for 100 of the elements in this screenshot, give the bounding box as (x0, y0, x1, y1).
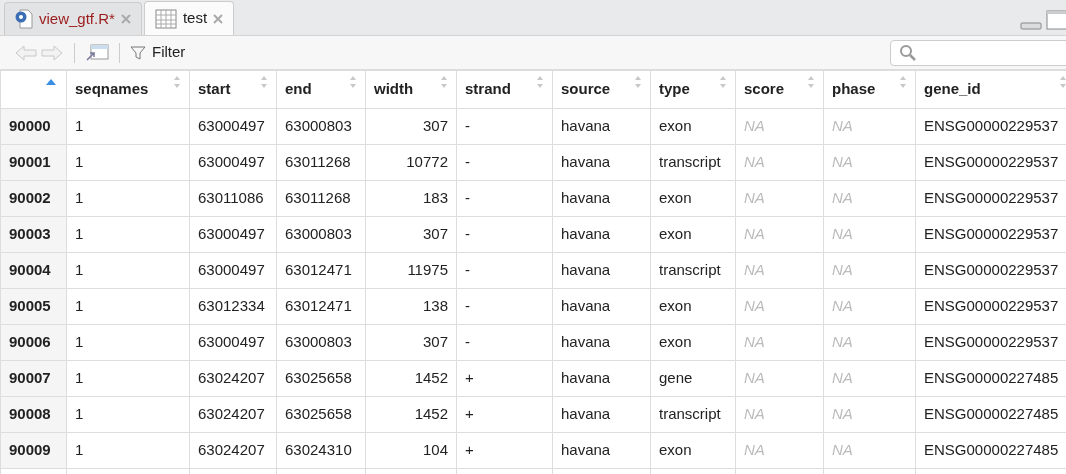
table-cell: + (456, 432, 553, 469)
table-cell: NA (735, 324, 824, 361)
table-cell: havana (552, 108, 651, 145)
row-number: 90003 (0, 216, 67, 253)
maximize-icon[interactable] (1046, 10, 1066, 30)
table-cell: havana (552, 432, 651, 469)
table-cell: havana (552, 396, 651, 433)
row-number: 90007 (0, 360, 67, 397)
table-cell: 63000497 (189, 144, 277, 181)
table-cell: NA (735, 396, 824, 433)
row-number: 90005 (0, 288, 67, 325)
table-cell: NA (735, 108, 824, 145)
column-header[interactable]: phase (823, 70, 916, 109)
sort-icon (536, 75, 544, 89)
search-field[interactable] (890, 39, 1066, 66)
table-cell: 63000803 (276, 216, 366, 253)
editor-tab[interactable]: view_gtf.R* (4, 2, 142, 35)
editor-tab[interactable]: test (143, 1, 235, 35)
table-cell: exon (650, 216, 736, 253)
table-cell: havana (552, 180, 651, 217)
column-header[interactable]: end (276, 70, 366, 109)
table-cell: NA (735, 360, 824, 397)
tab-label: test (182, 8, 208, 29)
table-cell: 1452 (365, 396, 457, 433)
column-header[interactable]: strand (456, 70, 553, 109)
table-cell: NA (823, 216, 916, 253)
tab-label: view_gtf.R* (39, 8, 115, 29)
table-cell: 63012471 (276, 288, 366, 325)
table-cell: 1 (66, 288, 190, 325)
filter-icon (130, 44, 146, 61)
table-cell: 104 (365, 432, 457, 469)
table-cell: havana (552, 144, 651, 181)
table-cell: NA (823, 396, 916, 433)
row-number: 90008 (0, 396, 67, 433)
column-header[interactable]: type (650, 70, 736, 109)
table-cell: NA (823, 324, 916, 361)
table-cell: exon (650, 180, 736, 217)
table-cell: 63024207 (189, 432, 277, 469)
sort-icon (899, 75, 907, 89)
sort-icon (173, 75, 181, 89)
column-header[interactable]: gene_id (915, 70, 1066, 109)
popout-icon[interactable] (85, 43, 109, 62)
table-cell: 63024207 (189, 360, 277, 397)
table-cell: 1452 (365, 360, 457, 397)
table-cell: 63011268 (276, 144, 366, 181)
table-cell: NA (823, 288, 916, 325)
table-cell: 1 (66, 144, 190, 181)
close-icon[interactable] (120, 14, 131, 24)
table-cell: exon (650, 432, 736, 469)
grid-icon (154, 8, 177, 29)
table-cell: - (456, 216, 553, 253)
column-header[interactable]: seqnames (66, 70, 190, 109)
column-header[interactable]: score (735, 70, 824, 109)
close-icon[interactable] (213, 13, 224, 24)
table-cell: - (456, 180, 553, 217)
filter-button[interactable]: Filter (130, 41, 186, 64)
table-cell: havana (552, 216, 651, 253)
table-cell: + (456, 360, 553, 397)
table-cell: havana (552, 324, 651, 361)
table-cell: 138 (365, 288, 457, 325)
table-cell: - (456, 324, 553, 361)
sort-icon (807, 75, 815, 89)
table-cell: 63000497 (189, 108, 277, 145)
table-cell: exon (650, 288, 736, 325)
table-cell: 307 (365, 216, 457, 253)
sort-icon (260, 75, 268, 89)
row-number: 90004 (0, 252, 67, 289)
sort-icon (1059, 75, 1066, 89)
column-header[interactable]: start (189, 70, 277, 109)
table-cell: 1 (66, 396, 190, 433)
sort-icon (440, 75, 448, 89)
sort-ascending-icon[interactable] (46, 79, 56, 85)
table-cell: transcript (650, 252, 736, 289)
table-cell: NA (735, 144, 824, 181)
table-cell: - (456, 252, 553, 289)
table-cell: 1 (66, 108, 190, 145)
back-forward-icon[interactable] (14, 43, 64, 62)
table-cell: NA (735, 216, 824, 253)
table-cell: 183 (365, 180, 457, 217)
table-cell: 1 (66, 324, 190, 361)
column-header[interactable]: source (552, 70, 651, 109)
table-cell: + (456, 396, 553, 433)
table-cell: NA (735, 432, 824, 469)
table-cell: 63011086 (189, 180, 277, 217)
row-number: 90009 (0, 432, 67, 469)
column-header[interactable]: width (365, 70, 457, 109)
table-cell: NA (735, 252, 824, 289)
table-cell: 63025658 (276, 360, 366, 397)
table-cell: 63011268 (276, 180, 366, 217)
table-cell: 63000497 (189, 324, 277, 361)
minimize-icon[interactable] (1020, 22, 1042, 30)
table-cell: 63024310 (276, 432, 366, 469)
row-number: 90006 (0, 324, 67, 361)
table-cell: 63025658 (276, 396, 366, 433)
table-cell: 63000497 (189, 216, 277, 253)
search-icon (899, 43, 917, 62)
row-number: 90000 (0, 108, 67, 145)
table-cell: havana (552, 360, 651, 397)
table-cell: NA (823, 432, 916, 469)
table-cell: 63012334 (189, 288, 277, 325)
